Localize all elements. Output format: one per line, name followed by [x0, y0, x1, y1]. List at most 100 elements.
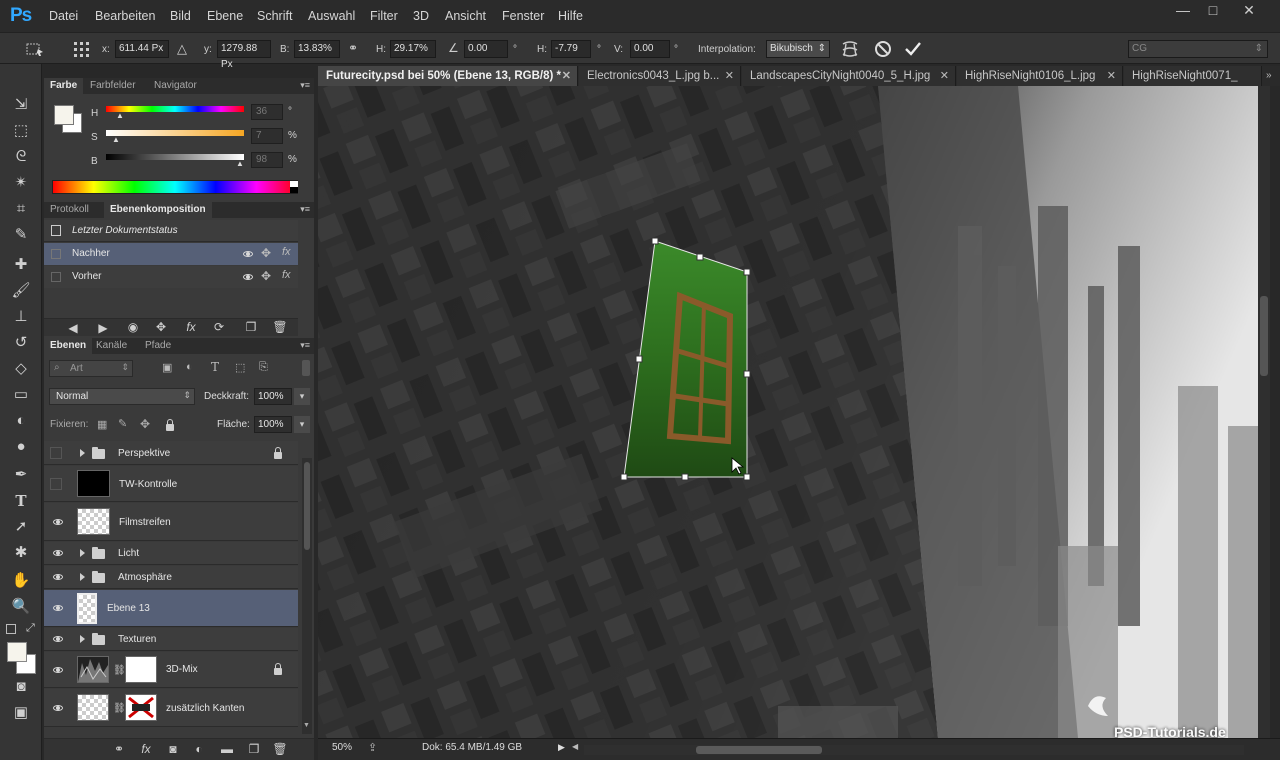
comp-row-vorher[interactable]: Vorher ✥ fx [44, 266, 298, 288]
minimize-button[interactable]: — [1168, 0, 1198, 20]
saturation-field[interactable]: 7 [251, 128, 283, 144]
hue-field[interactable]: 36 [251, 104, 283, 120]
canvas-vertical-scrollbar[interactable] [1258, 86, 1270, 738]
share-icon[interactable]: ⇪ [368, 741, 377, 754]
comp-apply-box[interactable] [51, 249, 61, 259]
lock-all-icon[interactable] [166, 419, 174, 431]
menu-datei[interactable]: Datei [49, 9, 78, 23]
foreground-color-swatch[interactable] [7, 642, 27, 662]
magic-wand-icon[interactable]: ✴ [9, 172, 33, 194]
filter-type-icon[interactable]: T [211, 360, 219, 374]
update-visibility-icon[interactable]: ◉ [124, 320, 142, 334]
fx-icon[interactable]: fx [282, 246, 291, 258]
visibility-toggle[interactable] [50, 447, 62, 459]
comp-apply-box[interactable] [51, 272, 61, 282]
tab-pfade[interactable]: Pfade [139, 338, 177, 354]
update-style-icon[interactable]: fx [182, 320, 200, 334]
document-canvas[interactable]: PSD-Tutorials.de [318, 86, 1266, 738]
visibility-icon[interactable] [53, 550, 63, 556]
mask-link-icon[interactable]: ⛓ [113, 665, 126, 676]
panel-menu-icon[interactable]: ▾≡ [300, 340, 310, 351]
last-document-state-row[interactable]: Letzter Dokumentstatus [44, 220, 298, 242]
eyedropper-icon[interactable]: ✎ [9, 224, 33, 246]
fill-dropdown-icon[interactable]: ▾ [294, 416, 310, 433]
visibility-icon[interactable] [53, 636, 63, 642]
visibility-icon[interactable] [53, 574, 63, 580]
pen-tool-icon[interactable]: ✒ [9, 464, 33, 486]
y-field[interactable]: 1279.88 Px [217, 40, 271, 70]
menu-3d[interactable]: 3D [413, 9, 429, 23]
delete-comp-icon[interactable]: 🗑 [271, 320, 289, 334]
doc-tab-landscapes[interactable]: LandscapesCityNight0040_5_H.jpg ✕ [742, 66, 956, 86]
filter-smart-object-icon[interactable]: ⎘ [259, 361, 268, 374]
fill-field[interactable]: 100% [254, 416, 292, 433]
position-icon[interactable]: ✥ [261, 246, 271, 260]
maximize-button[interactable]: □ [1198, 0, 1228, 20]
expand-arrow-icon[interactable] [80, 449, 85, 457]
zoom-tool-icon[interactable]: 🔍 [9, 596, 33, 618]
delete-layer-icon[interactable]: 🗑 [271, 742, 289, 756]
layer-row[interactable]: ⛓ 3D-Mix [44, 652, 298, 688]
scrollbar-thumb[interactable] [1260, 296, 1268, 376]
visibility-icon[interactable] [243, 274, 253, 280]
eraser-tool-icon[interactable]: ◇ [9, 358, 33, 380]
healing-brush-icon[interactable]: ✚ [9, 254, 33, 276]
fx-icon[interactable]: fx [282, 269, 291, 281]
lasso-tool-icon[interactable]: ᘓ [9, 146, 33, 168]
hskew-field[interactable]: -7.79 [551, 40, 591, 58]
type-tool-icon[interactable]: T [9, 490, 33, 512]
width-field[interactable]: 13.83% [294, 40, 340, 58]
tab-farbfelder[interactable]: Farbfelder [84, 78, 142, 94]
color-ramp-black[interactable] [290, 187, 298, 193]
crop-tool-icon[interactable]: ⌗ [9, 198, 33, 220]
hue-slider[interactable] [106, 106, 244, 112]
visibility-icon[interactable] [53, 705, 63, 711]
mask-link-icon[interactable]: ⛓ [113, 703, 126, 714]
previous-comp-icon[interactable]: ◀ [64, 321, 82, 335]
menu-bearbeiten[interactable]: Bearbeiten [95, 9, 155, 23]
filter-adjustment-icon[interactable]: ◐ [186, 361, 193, 373]
new-comp-icon[interactable]: ❐ [242, 320, 260, 334]
slider-thumb-icon[interactable]: ▲ [236, 159, 244, 168]
tab-farbe[interactable]: Farbe [44, 78, 84, 94]
layer-mask-thumbnail[interactable] [125, 694, 157, 721]
stamp-tool-icon[interactable]: ⊥ [9, 306, 33, 328]
tab-ebenenkomposition[interactable]: Ebenenkomposition [104, 202, 212, 218]
filter-toggle[interactable] [302, 360, 310, 376]
more-tabs-icon[interactable]: » [1266, 70, 1272, 81]
gradient-tool-icon[interactable]: ▭ [9, 384, 33, 406]
visibility-icon[interactable] [53, 667, 63, 673]
opacity-dropdown-icon[interactable]: ▾ [294, 388, 310, 405]
status-menu-arrow-icon[interactable]: ▶ [558, 742, 565, 753]
visibility-icon[interactable] [243, 251, 253, 257]
panel-menu-icon[interactable]: ▾≡ [300, 204, 310, 215]
warp-icon[interactable] [840, 40, 860, 58]
layer-row[interactable]: Filmstreifen [44, 503, 298, 541]
layers-scrollbar[interactable]: ▼ [302, 458, 312, 734]
expand-arrow-icon[interactable] [80, 573, 85, 581]
close-tab-icon[interactable]: ✕ [562, 66, 571, 86]
blur-tool-icon[interactable]: ◐ [9, 410, 33, 432]
position-icon[interactable]: ✥ [261, 269, 271, 283]
filter-shape-icon[interactable]: ⬚ [235, 361, 245, 374]
dodge-tool-icon[interactable]: ● [9, 436, 33, 458]
layer-mask-thumbnail[interactable] [125, 656, 157, 683]
scroll-down-icon[interactable]: ▼ [303, 722, 310, 729]
shape-tool-icon[interactable]: ✱ [9, 542, 33, 564]
path-selection-icon[interactable]: ➚ [9, 516, 33, 538]
menu-bild[interactable]: Bild [170, 9, 191, 23]
add-style-icon[interactable]: fx [137, 742, 155, 756]
angle-field[interactable]: 0.00 [464, 40, 508, 58]
layer-row[interactable]: Perspektive [44, 441, 298, 465]
close-window-button[interactable]: ✕ [1234, 0, 1264, 20]
move-tool-icon[interactable]: ⇲ [9, 94, 33, 116]
close-tab-icon[interactable]: ✕ [940, 66, 949, 86]
height-field[interactable]: 29.17% [390, 40, 436, 58]
layer-row[interactable]: Licht [44, 542, 298, 565]
tab-kanaele[interactable]: Kanäle [90, 338, 133, 354]
new-layer-icon[interactable]: ❐ [245, 742, 263, 756]
slider-thumb-icon[interactable]: ▲ [112, 135, 120, 144]
expand-arrow-icon[interactable] [80, 549, 85, 557]
layer-row[interactable]: ⛓ zusätzlich Kanten [44, 689, 298, 727]
interpolation-select[interactable]: Bikubisch ⇕ [766, 40, 830, 58]
